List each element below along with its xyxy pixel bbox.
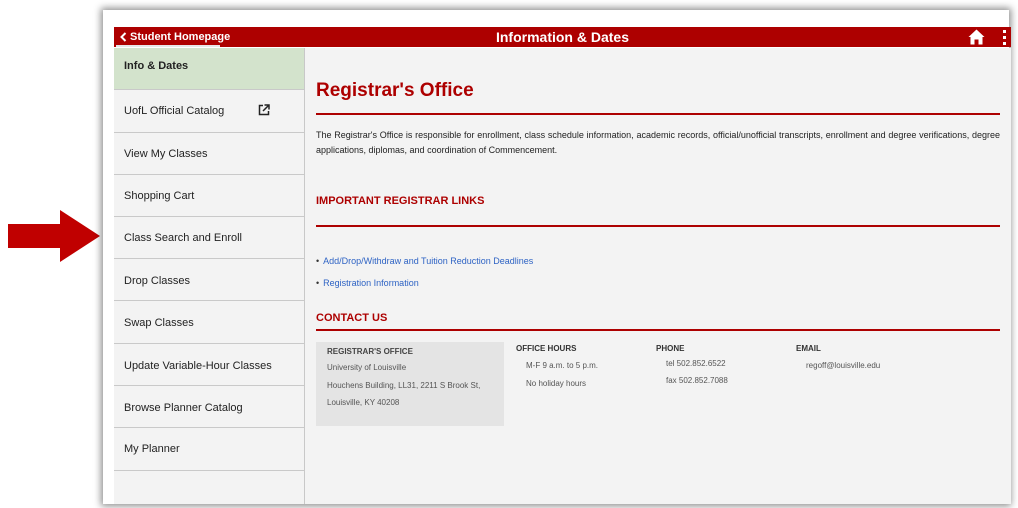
sidebar-item-official-catalog[interactable]: UofL Official Catalog xyxy=(114,90,304,133)
sidebar-item-label: Browse Planner Catalog xyxy=(124,402,243,414)
sidebar-item-update-variable-hour[interactable]: Update Variable-Hour Classes xyxy=(114,344,304,386)
office-title: REGISTRAR'S OFFICE xyxy=(327,347,413,356)
email-address[interactable]: regoff@louisville.edu xyxy=(806,361,880,370)
contact-heading: CONTACT US xyxy=(316,312,388,324)
more-vertical-icon[interactable] xyxy=(1001,29,1007,45)
sidebar-item-shopping-cart[interactable]: Shopping Cart xyxy=(114,175,304,217)
sidebar-item-label: Swap Classes xyxy=(124,317,194,329)
sidebar-item-label: UofL Official Catalog xyxy=(124,105,225,117)
intro-text: The Registrar's Office is responsible fo… xyxy=(316,130,1000,155)
office-hours-heading: OFFICE HOURS xyxy=(516,344,577,353)
office-hours-line: No holiday hours xyxy=(526,379,587,388)
phone-fax: fax 502.852.7088 xyxy=(666,376,728,385)
links-divider xyxy=(316,225,1000,227)
main-content: Registrar's Office The Registrar's Offic… xyxy=(305,48,1011,504)
top-banner: Student Homepage Information & Dates xyxy=(114,27,1011,47)
registration-info-link-label: Registration Information xyxy=(323,278,419,288)
title-divider xyxy=(316,113,1000,115)
email-heading: EMAIL xyxy=(796,344,821,353)
sidebar: Info & Dates UofL Official Catalog View … xyxy=(114,48,305,504)
sidebar-item-view-my-classes[interactable]: View My Classes xyxy=(114,133,304,175)
sidebar-item-label: My Planner xyxy=(124,443,180,455)
sidebar-item-label: Class Search and Enroll xyxy=(124,232,243,244)
deadlines-link[interactable]: • Add/Drop/Withdraw and Tuition Reduction… xyxy=(316,256,533,266)
home-icon[interactable] xyxy=(968,29,985,45)
app-window: Student Homepage Information & Dates Inf… xyxy=(103,10,1011,504)
sidebar-item-info-dates[interactable]: Info & Dates xyxy=(114,48,304,90)
office-hours-line: M-F 9 a.m. to 5 p.m. xyxy=(526,361,599,370)
sidebar-item-label: Drop Classes xyxy=(124,275,191,287)
contact-divider xyxy=(316,329,1000,331)
office-line: Houchens Building, LL31, 2211 S Brook St… xyxy=(327,381,481,390)
sidebar-item-label: Info & Dates xyxy=(124,60,189,72)
sidebar-item-swap-classes[interactable]: Swap Classes xyxy=(114,301,304,344)
sidebar-item-browse-planner-catalog[interactable]: Browse Planner Catalog xyxy=(114,386,304,428)
sidebar-item-label: View My Classes xyxy=(124,148,208,160)
phone-tel: tel 502.852.6522 xyxy=(666,359,726,368)
sidebar-item-drop-classes[interactable]: Drop Classes xyxy=(114,259,304,301)
sidebar-item-my-planner[interactable]: My Planner xyxy=(114,428,304,471)
registration-info-link[interactable]: • Registration Information xyxy=(316,278,419,288)
office-line: Louisville, KY 40208 xyxy=(327,398,400,407)
page-title: Information & Dates xyxy=(495,29,629,45)
deadlines-link-label: Add/Drop/Withdraw and Tuition Reduction … xyxy=(323,256,534,266)
office-address-box: REGISTRAR'S OFFICE University of Louisvi… xyxy=(316,342,504,426)
phone-heading: PHONE xyxy=(656,344,685,353)
office-line: University of Louisville xyxy=(327,363,407,372)
sidebar-item-class-search-enroll[interactable]: Class Search and Enroll xyxy=(114,217,304,259)
annotation-arrow xyxy=(8,210,100,262)
external-link-icon xyxy=(258,104,270,116)
sidebar-item-label: Update Variable-Hour Classes xyxy=(124,360,272,372)
links-heading: IMPORTANT REGISTRAR LINKS xyxy=(316,195,485,207)
sidebar-item-label: Shopping Cart xyxy=(124,190,195,202)
section-title: Registrar's Office xyxy=(316,80,474,101)
